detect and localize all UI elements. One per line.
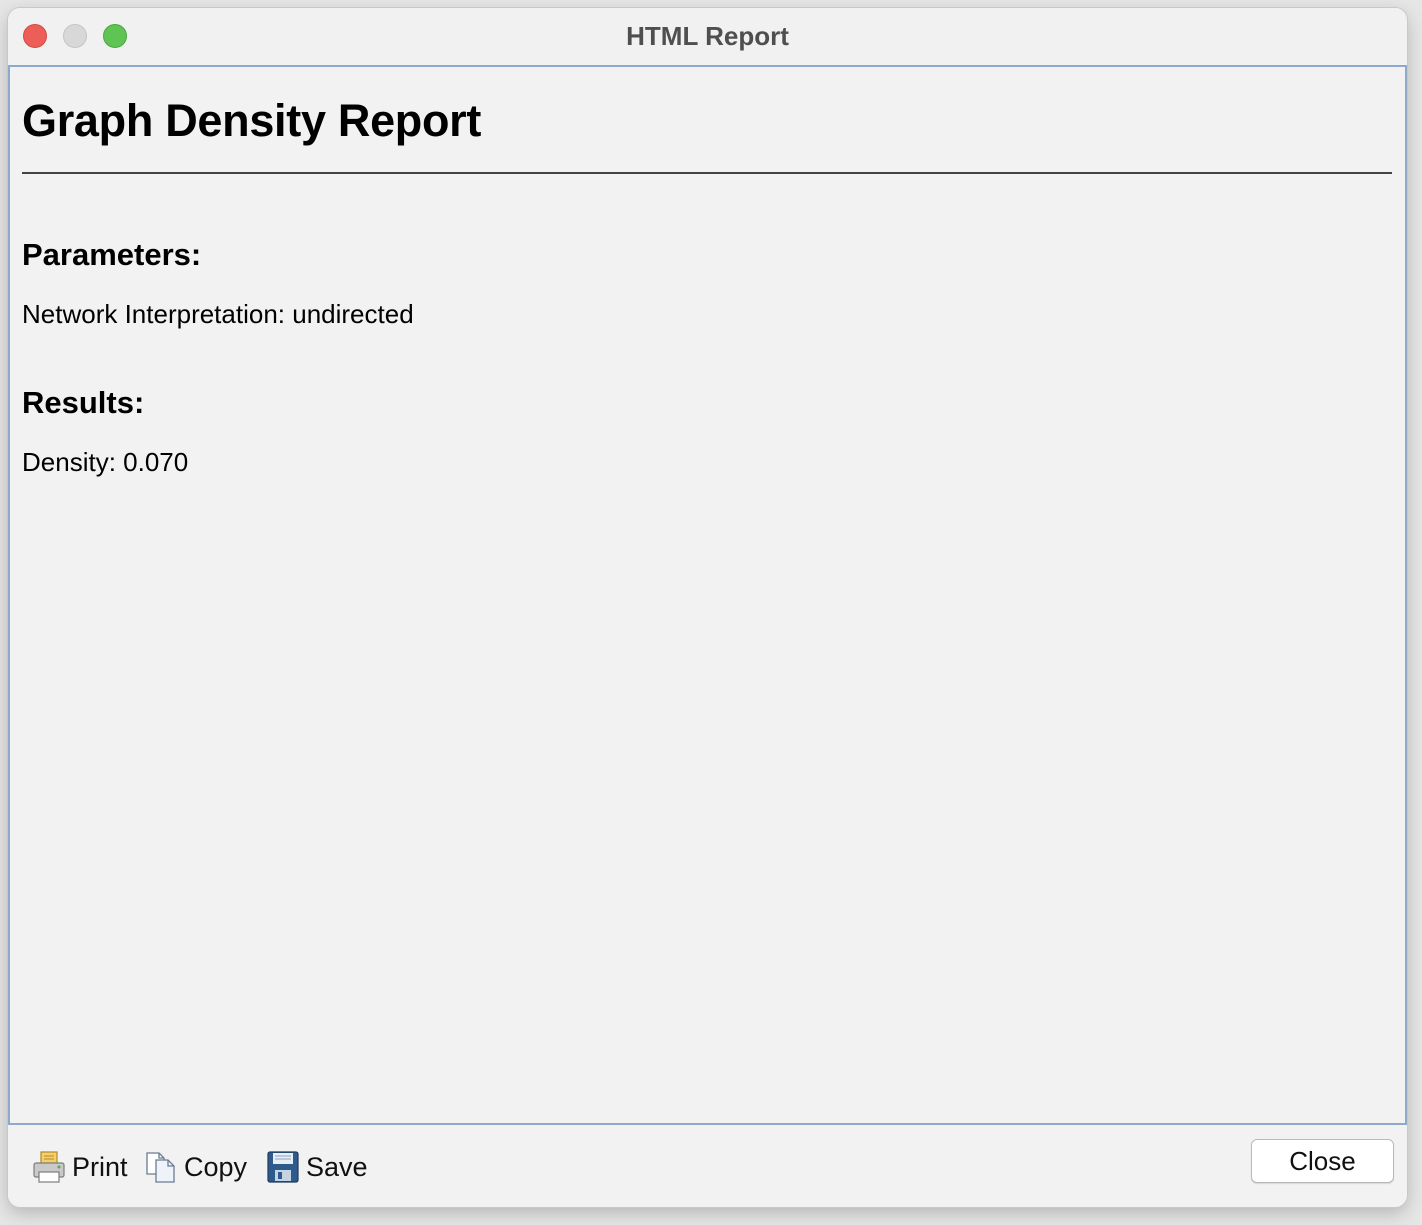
parameters-heading: Parameters: — [22, 237, 202, 272]
report-title: Graph Density Report — [22, 95, 482, 146]
report-window: HTML Report Graph Density Report Paramet… — [8, 8, 1407, 1207]
copy-label: Copy — [184, 1151, 248, 1182]
parameters-text: Network Interpretation: undirected — [22, 299, 414, 329]
bottom-toolbar: Print Copy Save Close — [8, 1125, 1407, 1207]
print-button[interactable]: Print — [32, 1147, 128, 1187]
title-bar[interactable]: HTML Report — [8, 8, 1407, 64]
results-heading: Results: — [22, 385, 145, 420]
close-button[interactable]: Close — [1251, 1139, 1394, 1183]
report-content: Graph Density Report Parameters: Network… — [8, 65, 1407, 1125]
copy-button[interactable]: Copy — [144, 1147, 247, 1187]
save-button[interactable]: Save — [266, 1147, 368, 1187]
title-divider — [22, 172, 1392, 174]
results-text: Density: 0.070 — [22, 447, 189, 477]
window-title: HTML Report — [626, 21, 789, 51]
copy-icon — [144, 1150, 178, 1184]
print-label: Print — [72, 1151, 128, 1182]
printer-icon — [32, 1150, 66, 1184]
save-label: Save — [306, 1151, 368, 1182]
floppy-disk-icon — [266, 1150, 300, 1184]
